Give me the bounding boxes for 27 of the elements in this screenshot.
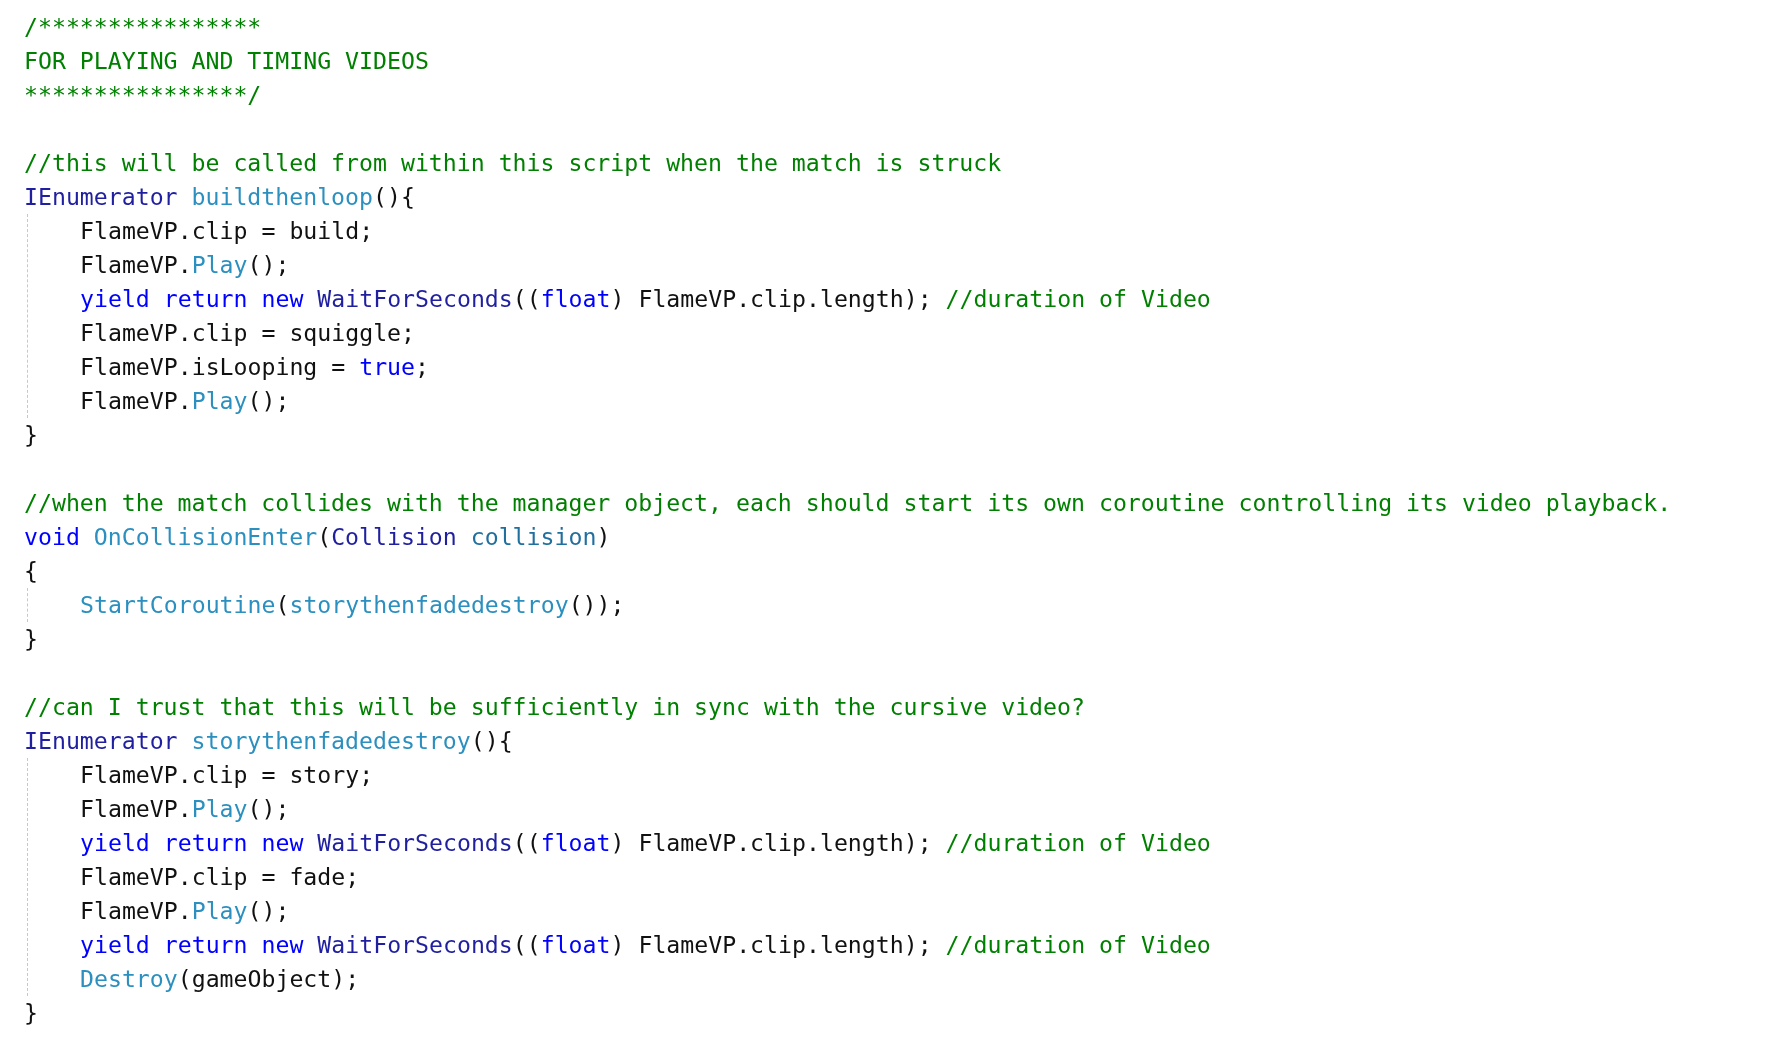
code-line: //this will be called from within this script when the match is struck bbox=[24, 148, 1002, 178]
code-line: FlameVP.clip = fade; bbox=[80, 862, 360, 892]
code-line: yield return new WaitForSeconds((float) FlameVP.clip.length); //duration of Video bbox=[80, 828, 1211, 858]
code-line: FlameVP.clip = build; bbox=[80, 216, 374, 246]
code-line: FlameVP.clip = story; bbox=[80, 760, 374, 790]
code-line: FOR PLAYING AND TIMING VIDEOS bbox=[24, 46, 429, 76]
code-line: { bbox=[24, 556, 38, 586]
code-line: //can I trust that this will be sufficiently in sync with the cursive video? bbox=[24, 692, 1085, 722]
code-line: //when the match collides with the manager object, each should start its own coroutine controlling its video playback. bbox=[24, 488, 1672, 518]
code-line: IEnumerator storythenfadedestroy(){ bbox=[24, 726, 513, 756]
code-line: } bbox=[24, 998, 38, 1028]
code-line: FlameVP.isLooping = true; bbox=[80, 352, 429, 382]
code-line: FlameVP.Play(); bbox=[80, 896, 290, 926]
code-line: FlameVP.Play(); bbox=[80, 386, 290, 416]
code-line: yield return new WaitForSeconds((float) FlameVP.clip.length); //duration of Video bbox=[80, 930, 1211, 960]
code-line: Destroy(gameObject); bbox=[80, 964, 360, 994]
code-line: } bbox=[24, 624, 38, 654]
code-line: yield return new WaitForSeconds((float) FlameVP.clip.length); //duration of Video bbox=[80, 284, 1211, 314]
code-line: void OnCollisionEnter(Collision collision) bbox=[24, 522, 611, 552]
code-line: IEnumerator buildthenloop(){ bbox=[24, 182, 415, 212]
code-line: ****************/ bbox=[24, 80, 262, 110]
code-line: FlameVP.Play(); bbox=[80, 250, 290, 280]
code-line: } bbox=[24, 420, 38, 450]
code-line: StartCoroutine(storythenfadedestroy()); bbox=[80, 590, 625, 620]
code-line: FlameVP.clip = squiggle; bbox=[80, 318, 416, 348]
code-line: FlameVP.Play(); bbox=[80, 794, 290, 824]
code-line: /**************** bbox=[24, 12, 262, 42]
